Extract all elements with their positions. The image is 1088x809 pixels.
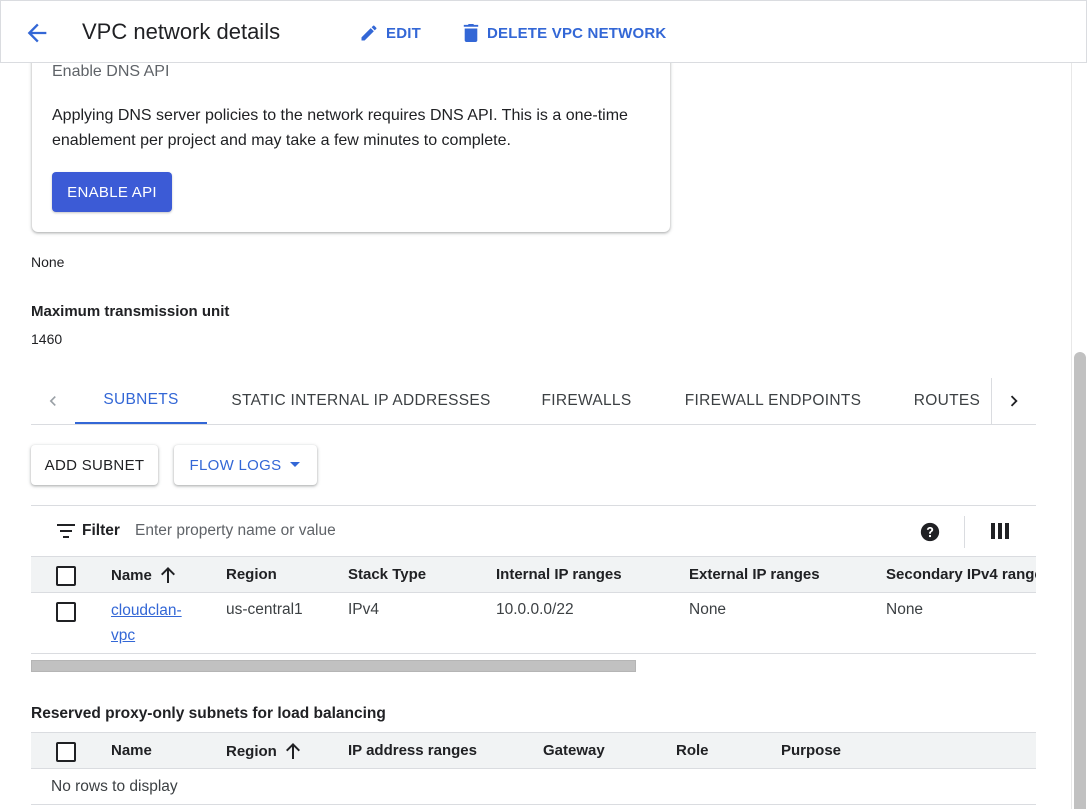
column-name-label: Name [111,566,152,584]
reserved-table-header: Name Region IP address ranges Gateway Ro… [31,732,1036,769]
subnets-table-header: Name Region Stack Type Internal IP range… [31,556,1036,593]
tab-subnets[interactable]: SUBNETS [75,378,207,424]
page-header: VPC network details EDIT DELETE VPC NETW… [0,0,1087,63]
subnet-region: us-central1 [226,601,303,618]
tab-firewall-endpoints[interactable]: FIREWALL ENDPOINTS [677,378,869,424]
reserved-select-all-checkbox[interactable] [56,742,76,762]
filter-icon [57,524,75,538]
column-header-stack-type[interactable]: Stack Type [348,566,426,583]
column-header-region[interactable]: Region [226,566,277,583]
table-row: cloudclan-vpc us-central1 IPv4 10.0.0.0/… [31,593,1036,654]
edit-label: EDIT [386,24,421,42]
dropdown-caret-icon [290,462,301,467]
pencil-icon [361,25,377,41]
column-display-icon[interactable] [991,523,1009,539]
enable-dns-api-card: Enable DNS API Applying DNS server polic… [32,50,670,232]
tab-static-internal-ip-addresses[interactable]: STATIC INTERNAL IP ADDRESSES [221,378,501,424]
dns-card-title: Enable DNS API [52,63,170,80]
horizontal-scrollbar[interactable] [31,660,636,672]
select-all-checkbox[interactable] [56,566,76,586]
row-checkbox[interactable] [56,602,76,622]
reserved-column-role[interactable]: Role [676,742,709,759]
vertical-scrollbar-thumb[interactable] [1074,352,1086,809]
reserved-column-region[interactable]: Region [226,742,301,760]
filter-input[interactable] [135,519,735,543]
filter-label: Filter [82,522,120,539]
tab-routes[interactable]: ROUTES [907,378,987,424]
page-title: VPC network details [82,19,281,44]
subnet-secondary-ipv4: None [886,601,924,618]
sort-ascending-icon [285,743,300,759]
vertical-scrollbar[interactable] [1071,63,1087,809]
empty-row: No rows to display [31,769,1036,805]
filter-divider [964,516,965,548]
filter-bar: Filter [31,505,1036,556]
flow-logs-label: FLOW LOGS [189,456,282,474]
delete-label: DELETE VPC NETWORK [487,24,667,42]
sort-ascending-icon [160,567,175,583]
reserved-column-purpose[interactable]: Purpose [781,742,841,759]
subnet-internal-ip: 10.0.0.0/22 [496,601,574,618]
reserved-subnets-table: Name Region IP address ranges Gateway Ro… [31,732,1036,805]
help-icon[interactable] [919,521,941,543]
trash-icon [463,24,479,42]
reserved-column-gateway[interactable]: Gateway [543,742,605,759]
column-header-internal-ip-ranges[interactable]: Internal IP ranges [496,566,622,583]
delete-vpc-network-button[interactable]: DELETE VPC NETWORK [462,21,666,45]
dns-card-body: Applying DNS server policies to the netw… [52,107,628,149]
subnet-name-link[interactable]: cloudclan-vpc [111,598,191,648]
mtu-value: 1460 [31,331,63,347]
reserved-column-ip-address-ranges[interactable]: IP address ranges [348,742,477,759]
mtu-label: Maximum transmission unit [31,303,230,320]
tab-bar: SUBNETS STATIC INTERNAL IP ADDRESSES FIR… [31,378,1036,425]
subnet-external-ip: None [689,601,727,618]
column-header-external-ip-ranges[interactable]: External IP ranges [689,566,820,583]
reserved-column-name[interactable]: Name [111,742,152,759]
subnet-stack-type: IPv4 [348,601,380,618]
dns-policy-value: None [31,254,65,270]
edit-button[interactable]: EDIT [359,21,421,45]
flow-logs-button[interactable]: FLOW LOGS [174,445,317,485]
reserved-subnets-title: Reserved proxy-only subnets for load bal… [31,705,386,722]
column-header-secondary-ipv4-ranges[interactable]: Secondary IPv4 ranges [886,566,1036,583]
column-header-name[interactable]: Name [111,566,176,584]
back-arrow-icon[interactable] [23,19,51,47]
empty-state-text: No rows to display [51,778,178,795]
subnets-table: Name Region Stack Type Internal IP range… [31,556,1036,654]
tab-firewalls[interactable]: FIREWALLS [529,378,644,424]
add-subnet-button[interactable]: ADD SUBNET [31,445,158,485]
reserved-column-region-label: Region [226,742,277,760]
tab-scroll-left-icon[interactable] [31,378,75,424]
enable-api-button[interactable]: ENABLE API [52,172,172,212]
tab-scroll-right-icon[interactable] [991,378,1035,424]
